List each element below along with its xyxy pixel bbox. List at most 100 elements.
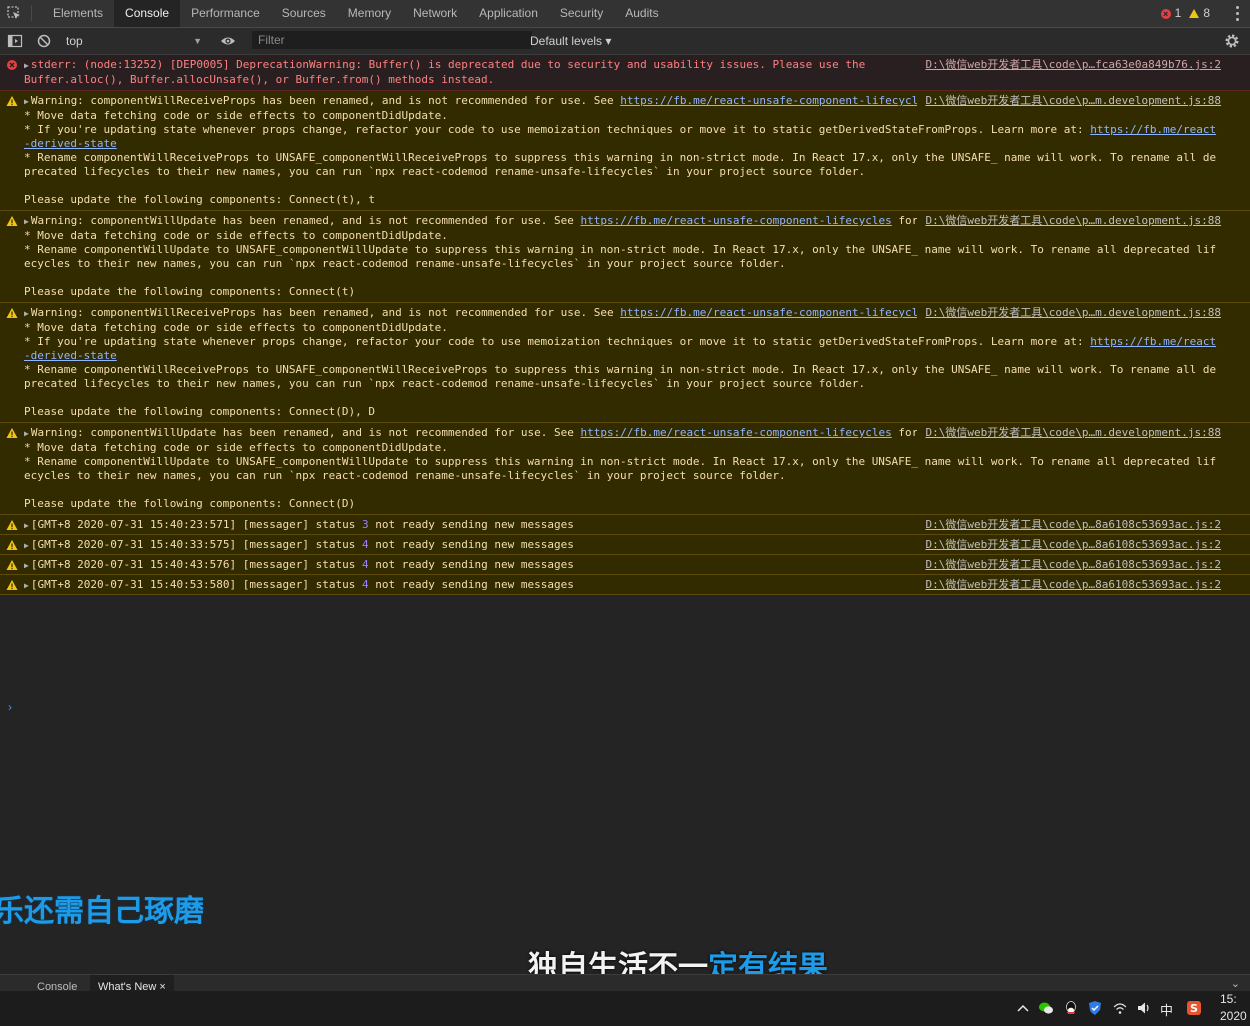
devtools-tab-bar: Elements Console Performance Sources Memory N… (0, 0, 1250, 28)
message-prefix: [GMT+8 2020-07-31 15:40:33:575] [message… (30, 538, 362, 551)
drawer-tab-console[interactable]: Console (29, 975, 85, 991)
message-link[interactable]: https://fb.me/react-unsafe-component-lif… (620, 306, 931, 319)
wechat-tray-icon[interactable] (1038, 1000, 1054, 1016)
input-method-indicator[interactable]: 中 (1160, 1000, 1173, 1019)
show-sidebar-icon[interactable] (7, 33, 23, 49)
source-location-link[interactable]: D:\微信web开发者工具\code\p…8a6108c53693ac.js:2 (917, 578, 1221, 592)
expand-triangle-icon[interactable]: ▶ (24, 61, 29, 70)
issue-counts[interactable]: × 1 8 (1160, 0, 1210, 27)
message-body: * Rename componentWillReceiveProps to UN… (24, 151, 1217, 206)
warning-icon (6, 560, 18, 570)
expand-triangle-icon[interactable]: ▶ (24, 521, 29, 530)
console-prompt[interactable]: › (8, 700, 12, 714)
message-prefix: [GMT+8 2020-07-31 15:40:53:580] [message… (30, 578, 362, 591)
source-location-link[interactable]: D:\微信web开发者工具\code\p…m.development.js:88 (917, 306, 1221, 320)
status-warning-message: ▶ [GMT+8 2020-07-31 15:40:23:571] [messag… (0, 515, 1250, 535)
drawer-tab-whats-new[interactable]: What's New × (90, 975, 174, 991)
volume-icon[interactable] (1136, 1000, 1152, 1016)
filter-input[interactable] (252, 31, 532, 49)
expand-triangle-icon[interactable]: ▶ (24, 429, 29, 438)
subtitle-line-1: 乐还需自己琢磨 (0, 894, 204, 929)
log-levels-label: Default levels (530, 34, 603, 48)
message-suffix: not ready sending new messages (368, 518, 574, 531)
context-selector[interactable]: top ▼ (66, 32, 206, 50)
system-clock[interactable]: 15: 2020 (1220, 991, 1247, 1025)
source-location-link[interactable]: D:\微信web开发者工具\code\p…8a6108c53693ac.js:2 (917, 538, 1221, 552)
chevron-down-icon: ▾ (605, 34, 612, 48)
sogou-input-icon[interactable]: S (1186, 1000, 1202, 1016)
warning-count: 8 (1203, 6, 1210, 20)
source-location-link[interactable]: D:\微信web开发者工具\code\p…m.development.js:88 (917, 214, 1221, 228)
status-warning-message: ▶ [GMT+8 2020-07-31 15:40:33:575] [messag… (0, 535, 1250, 555)
expand-triangle-icon[interactable]: ▶ (24, 581, 29, 590)
panel-tabs: Elements Console Performance Sources Memory N… (42, 0, 670, 27)
message-suffix: not ready sending new messages (368, 538, 574, 551)
message-text: ▶ Warning: componentWillReceiveProps has … (24, 306, 1220, 419)
clear-console-icon[interactable] (36, 33, 52, 49)
source-location-link[interactable]: D:\微信web开发者工具\code\p…8a6108c53693ac.js:2 (917, 518, 1221, 532)
warning-icon (6, 540, 18, 550)
source-location-link[interactable]: D:\微信web开发者工具\code\p…m.development.js:88 (917, 426, 1221, 440)
warning-icon (6, 96, 18, 106)
expand-triangle-icon[interactable]: ▶ (24, 541, 29, 550)
warning-icon (6, 308, 18, 318)
source-location-link[interactable]: D:\微信web开发者工具\code\p…m.development.js:88 (917, 94, 1221, 108)
expand-triangle-icon[interactable]: ▶ (24, 561, 29, 570)
message-text: ▶ Warning: componentWillReceiveProps has … (24, 94, 1220, 207)
status-number: 4 (361, 578, 369, 591)
tab-network[interactable]: Network (402, 0, 468, 27)
error-icon (7, 60, 17, 70)
message-link[interactable]: https://fb.me/react-unsafe-component-lif… (620, 94, 931, 107)
status-warning-message: ▶ [GMT+8 2020-07-31 15:40:43:576] [messag… (0, 555, 1250, 575)
tab-elements[interactable]: Elements (42, 0, 114, 27)
message-link[interactable]: https://fb.me/react-unsafe-component-lif… (581, 214, 892, 227)
console-messages: ▶ stderr: (node:13252) [DEP0005] Deprecat… (0, 55, 1250, 595)
wifi-icon[interactable] (1112, 1000, 1128, 1016)
message-suffix: not ready sending new messages (368, 558, 574, 571)
message-body: * Rename componentWillReceiveProps to UN… (24, 363, 1217, 418)
svg-text:S: S (1190, 1002, 1198, 1015)
expand-triangle-icon[interactable]: ▶ (24, 309, 29, 318)
security-shield-icon[interactable] (1087, 1000, 1103, 1016)
qq-tray-icon[interactable] (1063, 1000, 1079, 1016)
expand-triangle-icon[interactable]: ▶ (24, 217, 29, 226)
tab-audits[interactable]: Audits (614, 0, 669, 27)
tab-performance[interactable]: Performance (180, 0, 271, 27)
message-link[interactable]: https://fb.me/react-unsafe-component-lif… (581, 426, 892, 439)
tab-console[interactable]: Console (114, 0, 181, 27)
status-warning-message: ▶ [GMT+8 2020-07-31 15:40:53:580] [messag… (0, 575, 1250, 595)
message-head: Warning: componentWillReceiveProps has b… (30, 306, 621, 319)
error-message: ▶ stderr: (node:13252) [DEP0005] Deprecat… (0, 55, 1250, 91)
warning-icon (6, 580, 18, 590)
show-hidden-icons-chevron-up-icon[interactable] (1015, 1000, 1031, 1016)
tab-application[interactable]: Application (468, 0, 549, 27)
close-icon[interactable]: × (159, 981, 165, 991)
message-prefix: [GMT+8 2020-07-31 15:40:43:576] [message… (30, 558, 362, 571)
warning-message: ▶ Warning: componentWillUpdate has been r… (0, 211, 1250, 303)
drawer-tab-label: Console (37, 981, 78, 991)
message-line: Buffer.alloc(), Buffer.allocUnsafe(), or… (24, 73, 495, 86)
expand-triangle-icon[interactable]: ▶ (24, 97, 29, 106)
warning-icon (1189, 9, 1200, 18)
live-expression-eye-icon[interactable] (220, 33, 236, 49)
warning-message: ▶ Warning: componentWillReceiveProps has … (0, 91, 1250, 211)
source-location-link[interactable]: D:\微信web开发者工具\code\p…fca63e0a849b76.js:2 (917, 58, 1221, 72)
inspect-element-icon[interactable] (6, 5, 22, 21)
status-number: 4 (361, 538, 369, 551)
drawer-tab-bar: Console What's New × ⌄ (0, 974, 1250, 991)
message-body: * Move data fetching code or side effect… (24, 229, 1217, 298)
error-icon: × (1160, 8, 1171, 19)
message-suffix: not ready sending new messages (368, 578, 574, 591)
tab-security[interactable]: Security (549, 0, 614, 27)
warning-message: ▶ Warning: componentWillReceiveProps has … (0, 303, 1250, 423)
tab-memory[interactable]: Memory (337, 0, 402, 27)
warning-icon (6, 520, 18, 530)
clock-date: 2020 (1220, 1009, 1247, 1023)
collapse-drawer-icon[interactable]: ⌄ (1231, 977, 1240, 990)
tab-sources[interactable]: Sources (271, 0, 337, 27)
more-options-icon[interactable] (1236, 6, 1240, 22)
log-levels-dropdown[interactable]: Default levels ▾ (530, 32, 611, 50)
source-location-link[interactable]: D:\微信web开发者工具\code\p…8a6108c53693ac.js:2 (917, 558, 1221, 572)
console-settings-gear-icon[interactable] (1224, 33, 1240, 49)
chevron-down-icon: ▼ (193, 36, 202, 46)
